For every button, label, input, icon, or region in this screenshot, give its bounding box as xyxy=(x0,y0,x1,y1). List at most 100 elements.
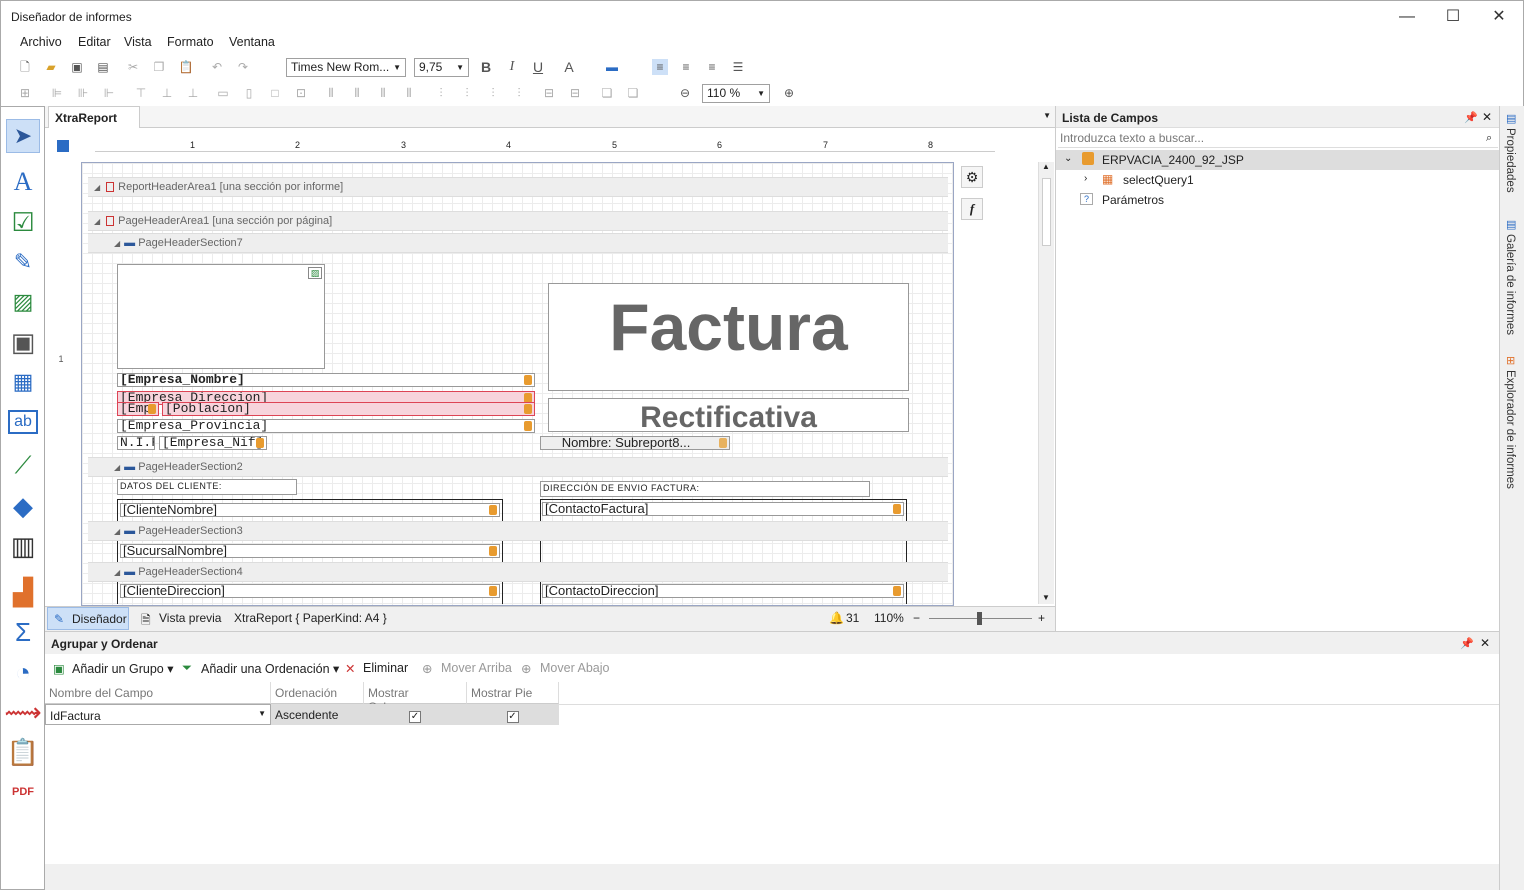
checkbox-icon[interactable]: ☑ xyxy=(6,205,40,239)
band-report-header[interactable]: ◢ ReportHeaderArea1 [una sección por info… xyxy=(88,177,948,197)
paste-icon[interactable]: 📋 xyxy=(178,59,194,75)
field-contacto-factura[interactable]: [ContactoFactura] xyxy=(542,502,904,516)
field-search-input[interactable]: Introduzca texto a buscar... xyxy=(1058,130,1498,148)
align-grid-icon[interactable]: ⊞ xyxy=(17,85,33,101)
search-icon[interactable]: ⌕ xyxy=(1486,132,1492,145)
field-name-select[interactable]: IdFactura ▼ xyxy=(45,704,271,725)
tree-parameters[interactable]: ? Parámetros xyxy=(1056,190,1500,210)
preview-tab[interactable]: Vista previa xyxy=(159,611,221,625)
move-up-button[interactable]: Mover Arriba xyxy=(441,661,512,675)
gear-icon[interactable]: ⚙ xyxy=(961,166,983,188)
zoom-out-icon[interactable]: ⊖ xyxy=(677,85,693,101)
show-header-cell[interactable]: ✓ xyxy=(364,704,467,725)
font-family-select[interactable]: Times New Rom... ▼ xyxy=(286,58,406,77)
warning-icon[interactable]: 🔔 xyxy=(829,611,844,625)
zoom-select[interactable]: 110 % ▼ xyxy=(702,84,770,103)
field-sucursal-nombre[interactable]: [SucursalNombre] xyxy=(120,544,500,558)
scroll-down-icon[interactable]: ▼ xyxy=(1042,593,1050,602)
redo-icon[interactable]: ↷ xyxy=(235,59,251,75)
field-contacto-direccion[interactable]: [ContactoDireccion] xyxy=(542,584,904,598)
pdf-icon[interactable]: PDF xyxy=(6,775,40,809)
back-color-icon[interactable]: ▬ xyxy=(604,59,620,75)
align-right-icon[interactable]: ≡ xyxy=(704,59,720,75)
band-section2[interactable]: ◢ ▬ PageHeaderSection2 xyxy=(88,457,948,477)
tab-xtrareport[interactable]: XtraReport ✕ xyxy=(48,106,140,139)
line-icon[interactable]: ⟋ xyxy=(6,449,40,483)
tab-galeria[interactable]: Galería de informes xyxy=(1504,234,1516,335)
cut-icon[interactable]: ✂ xyxy=(125,59,141,75)
underline-button[interactable]: U xyxy=(530,59,546,75)
panel-icon[interactable]: ▣ xyxy=(6,325,40,359)
character-comb-icon[interactable]: ab xyxy=(8,410,38,434)
font-color-icon[interactable]: A xyxy=(561,59,577,75)
minimize-button[interactable]: — xyxy=(1384,1,1430,33)
col-header-order[interactable]: Ordenación xyxy=(271,682,364,704)
show-footer-checkbox[interactable]: ✓ xyxy=(506,711,519,723)
shape-icon[interactable]: ◆ xyxy=(6,489,40,523)
align-center-icon[interactable]: ≡ xyxy=(678,59,694,75)
tab-propiedades[interactable]: Propiedades xyxy=(1504,128,1516,193)
title-factura[interactable]: Factura xyxy=(548,283,909,391)
label-nif[interactable]: N.I.F. xyxy=(117,436,155,450)
center-h-icon[interactable]: ⊟ xyxy=(541,85,557,101)
function-icon[interactable]: f xyxy=(961,198,983,220)
picture-icon[interactable]: ▨ xyxy=(6,285,40,319)
same-height-icon[interactable]: ▯ xyxy=(241,85,257,101)
menu-editar[interactable]: Editar xyxy=(78,35,111,49)
label-datos-cliente[interactable]: DATOS DEL CLIENTE: xyxy=(117,479,297,495)
sparkline-icon[interactable]: ⟿ xyxy=(4,695,41,729)
send-back-icon[interactable]: ❏ xyxy=(625,85,641,101)
add-sort-button[interactable]: Añadir una Ordenación ▾ xyxy=(201,661,339,676)
field-empresa-provincia[interactable]: [Empresa_Provincia] xyxy=(117,419,535,433)
v-spacing-dec-icon[interactable]: ⫶ xyxy=(485,85,501,101)
align-tops-icon[interactable]: ⊤ xyxy=(133,85,149,101)
h-spacing-remove-icon[interactable]: ⫴ xyxy=(401,85,417,101)
gauge-icon[interactable]: ◔ xyxy=(6,655,40,689)
menu-ventana[interactable]: Ventana xyxy=(229,35,275,49)
align-rights-icon[interactable]: ⊩ xyxy=(101,85,117,101)
save-all-icon[interactable]: ▤ xyxy=(95,59,111,75)
show-header-checkbox[interactable]: ✓ xyxy=(409,711,421,723)
title-rectificativa[interactable]: Rectificativa xyxy=(548,398,909,434)
field-empresa-nombre[interactable]: [Empresa_Nombre] xyxy=(117,373,535,387)
logo-picture-box[interactable]: ▨ xyxy=(117,264,325,369)
close-icon[interactable]: ✕ xyxy=(1480,636,1490,650)
chart-icon[interactable]: ▟ xyxy=(6,575,40,609)
tab-explorador[interactable]: Explorador de informes xyxy=(1504,370,1516,489)
save-icon[interactable]: ▣ xyxy=(69,59,85,75)
h-spacing-inc-icon[interactable]: ⫴ xyxy=(349,85,365,101)
menu-archivo[interactable]: Archivo xyxy=(20,35,62,49)
delete-button[interactable]: Eliminar xyxy=(363,661,408,675)
field-cliente-direccion[interactable]: [ClienteDireccion] xyxy=(120,584,500,598)
same-size-icon[interactable]: □ xyxy=(267,85,283,101)
chevron-down-icon[interactable]: ⌄ xyxy=(1064,153,1072,164)
order-cell[interactable]: Ascendente xyxy=(271,704,364,725)
tree-query[interactable]: › ▦ selectQuery1 xyxy=(1056,170,1500,190)
subreport-box[interactable]: Nombre: Subreport8... xyxy=(540,436,730,450)
preview-icon[interactable]: 🗎 xyxy=(141,611,151,632)
field-poblacion[interactable]: [Poblacion] xyxy=(162,402,535,416)
label-icon[interactable]: A xyxy=(6,165,40,199)
menu-vista[interactable]: Vista xyxy=(124,35,152,49)
col-header-show-footer[interactable]: Mostrar Pie xyxy=(467,682,559,704)
label-direccion-envio[interactable]: DIRECCIÓN DE ENVIO FACTURA: xyxy=(540,481,870,497)
col-header-field[interactable]: Nombre del Campo xyxy=(45,682,271,704)
scroll-up-icon[interactable]: ▲ xyxy=(1042,162,1050,171)
justify-icon[interactable]: ☰ xyxy=(730,59,746,75)
maximize-button[interactable]: ☐ xyxy=(1430,1,1476,33)
copy-icon[interactable]: ❐ xyxy=(151,59,167,75)
band-page-header[interactable]: ◢ PageHeaderArea1 [una sección por página… xyxy=(88,211,948,231)
bring-front-icon[interactable]: ❏ xyxy=(599,85,615,101)
design-surface[interactable]: 1 2 3 4 5 6 7 8 1 ◢ ReportHeaderArea1 [un… xyxy=(45,128,1055,606)
report-page[interactable]: ◢ ReportHeaderArea1 [una sección por info… xyxy=(81,162,954,606)
v-spacing-icon[interactable]: ⫶ xyxy=(433,85,449,101)
open-icon[interactable]: ▰ xyxy=(43,59,59,75)
zoom-slider-thumb[interactable] xyxy=(977,612,982,625)
tree-root[interactable]: ⌄ ERPVACIA_2400_92_JSP xyxy=(1056,150,1500,170)
pointer-icon[interactable]: ➤ xyxy=(6,119,40,153)
band-section3[interactable]: ◢ ▬ PageHeaderSection3 xyxy=(88,521,948,541)
band-section4[interactable]: ◢ ▬ PageHeaderSection4 xyxy=(88,562,948,582)
zoom-in-icon[interactable]: ⊕ xyxy=(781,85,797,101)
close-icon[interactable]: ✕ xyxy=(1482,110,1492,124)
summary-icon[interactable]: Σ xyxy=(6,615,40,649)
